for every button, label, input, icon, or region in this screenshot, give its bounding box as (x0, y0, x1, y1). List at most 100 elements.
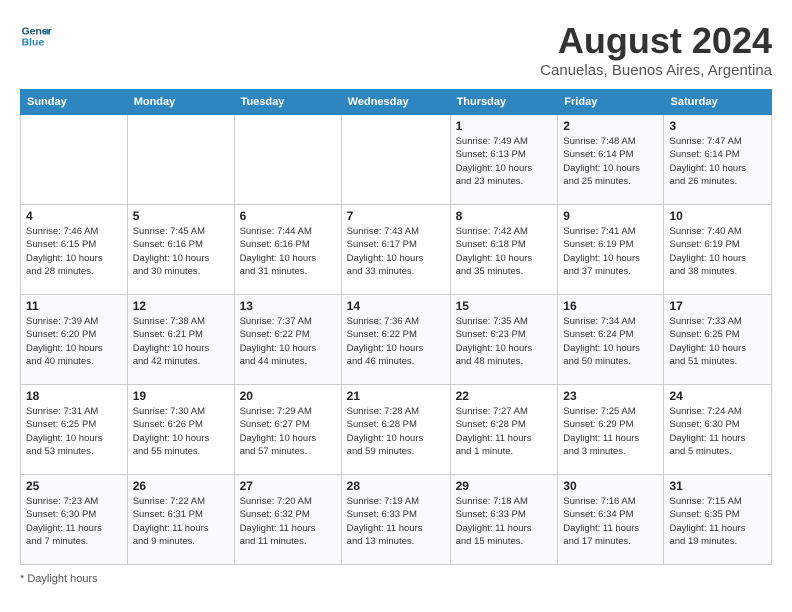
day-info: Sunrise: 7:41 AM Sunset: 6:19 PM Dayligh… (563, 225, 658, 278)
calendar-week-row: 4 Sunrise: 7:46 AM Sunset: 6:15 PM Daylig… (21, 205, 772, 295)
day-number: 4 (26, 209, 122, 223)
calendar-day-cell: 26 Sunrise: 7:22 AM Sunset: 6:31 PM Dayli… (127, 475, 234, 565)
day-info: Sunrise: 7:18 AM Sunset: 6:33 PM Dayligh… (456, 495, 553, 548)
calendar-week-row: 25 Sunrise: 7:23 AM Sunset: 6:30 PM Dayli… (21, 475, 772, 565)
day-info: Sunrise: 7:35 AM Sunset: 6:23 PM Dayligh… (456, 315, 553, 368)
calendar-day-cell: 4 Sunrise: 7:46 AM Sunset: 6:15 PM Daylig… (21, 205, 128, 295)
calendar-day-cell: 29 Sunrise: 7:18 AM Sunset: 6:33 PM Dayli… (450, 475, 558, 565)
calendar-day-cell (21, 115, 128, 205)
day-info: Sunrise: 7:39 AM Sunset: 6:20 PM Dayligh… (26, 315, 122, 368)
day-number: 25 (26, 479, 122, 493)
calendar-day-cell: 24 Sunrise: 7:24 AM Sunset: 6:30 PM Dayli… (664, 385, 772, 475)
day-info: Sunrise: 7:43 AM Sunset: 6:17 PM Dayligh… (347, 225, 445, 278)
day-info: Sunrise: 7:22 AM Sunset: 6:31 PM Dayligh… (133, 495, 229, 548)
day-number: 1 (456, 119, 553, 133)
calendar-day-header: Saturday (664, 90, 772, 115)
day-info: Sunrise: 7:23 AM Sunset: 6:30 PM Dayligh… (26, 495, 122, 548)
calendar-day-cell: 25 Sunrise: 7:23 AM Sunset: 6:30 PM Dayli… (21, 475, 128, 565)
calendar-day-cell: 31Sunrise: 7:15 AM Sunset: 6:35 PM Dayli… (664, 475, 772, 565)
day-number: 7 (347, 209, 445, 223)
calendar-day-header: Sunday (21, 90, 128, 115)
calendar-day-cell: 22 Sunrise: 7:27 AM Sunset: 6:28 PM Dayli… (450, 385, 558, 475)
calendar-day-cell: 27Sunrise: 7:20 AM Sunset: 6:32 PM Dayli… (234, 475, 341, 565)
day-number: 13 (240, 299, 336, 313)
day-number: 15 (456, 299, 553, 313)
calendar-day-cell: 7 Sunrise: 7:43 AM Sunset: 6:17 PM Daylig… (341, 205, 450, 295)
day-number: 11 (26, 299, 122, 313)
day-info: Sunrise: 7:31 AM Sunset: 6:25 PM Dayligh… (26, 405, 122, 458)
calendar-day-cell: 8 Sunrise: 7:42 AM Sunset: 6:18 PM Daylig… (450, 205, 558, 295)
day-number: 18 (26, 389, 122, 403)
day-info: Sunrise: 7:34 AM Sunset: 6:24 PM Dayligh… (563, 315, 658, 368)
page-header: General Blue August 2024 Canuelas, Bueno… (20, 20, 772, 79)
calendar-day-cell: 20Sunrise: 7:29 AM Sunset: 6:27 PM Dayli… (234, 385, 341, 475)
footer-text: Daylight hours (27, 573, 97, 585)
calendar-day-header: Monday (127, 90, 234, 115)
calendar-week-row: 1 Sunrise: 7:49 AM Sunset: 6:13 PM Daylig… (21, 115, 772, 205)
calendar-day-cell: 18 Sunrise: 7:31 AM Sunset: 6:25 PM Dayli… (21, 385, 128, 475)
svg-text:Blue: Blue (22, 38, 45, 49)
calendar-header-row: SundayMondayTuesdayWednesdayThursdayFrid… (21, 90, 772, 115)
calendar-day-cell: 5Sunrise: 7:45 AM Sunset: 6:16 PM Daylig… (127, 205, 234, 295)
calendar-day-cell: 30Sunrise: 7:16 AM Sunset: 6:34 PM Dayli… (558, 475, 664, 565)
calendar-day-cell: 14 Sunrise: 7:36 AM Sunset: 6:22 PM Dayli… (341, 295, 450, 385)
day-number: 19 (133, 389, 229, 403)
day-number: 23 (563, 389, 658, 403)
day-info: Sunrise: 7:27 AM Sunset: 6:28 PM Dayligh… (456, 405, 553, 458)
location: Canuelas, Buenos Aires, Argentina (540, 62, 772, 79)
day-number: 16 (563, 299, 658, 313)
calendar-body: 1 Sunrise: 7:49 AM Sunset: 6:13 PM Daylig… (21, 115, 772, 565)
day-number: 12 (133, 299, 229, 313)
day-number: 14 (347, 299, 445, 313)
day-number: 26 (133, 479, 229, 493)
day-number: 6 (240, 209, 336, 223)
calendar-day-cell: 1 Sunrise: 7:49 AM Sunset: 6:13 PM Daylig… (450, 115, 558, 205)
day-number: 29 (456, 479, 553, 493)
day-number: 20 (240, 389, 336, 403)
day-info: Sunrise: 7:46 AM Sunset: 6:15 PM Dayligh… (26, 225, 122, 278)
calendar-day-cell: 2 Sunrise: 7:48 AM Sunset: 6:14 PM Daylig… (558, 115, 664, 205)
day-number: 3 (669, 119, 766, 133)
calendar-day-header: Tuesday (234, 90, 341, 115)
day-info: Sunrise: 7:36 AM Sunset: 6:22 PM Dayligh… (347, 315, 445, 368)
calendar-day-cell: 10 Sunrise: 7:40 AM Sunset: 6:19 PM Dayli… (664, 205, 772, 295)
day-number: 2 (563, 119, 658, 133)
day-info: Sunrise: 7:28 AM Sunset: 6:28 PM Dayligh… (347, 405, 445, 458)
day-info: Sunrise: 7:40 AM Sunset: 6:19 PM Dayligh… (669, 225, 766, 278)
day-info: Sunrise: 7:24 AM Sunset: 6:30 PM Dayligh… (669, 405, 766, 458)
day-info: Sunrise: 7:20 AM Sunset: 6:32 PM Dayligh… (240, 495, 336, 548)
day-info: Sunrise: 7:33 AM Sunset: 6:25 PM Dayligh… (669, 315, 766, 368)
title-block: August 2024 Canuelas, Buenos Aires, Arge… (540, 20, 772, 79)
calendar-day-cell: 12 Sunrise: 7:38 AM Sunset: 6:21 PM Dayli… (127, 295, 234, 385)
day-info: Sunrise: 7:48 AM Sunset: 6:14 PM Dayligh… (563, 135, 658, 188)
calendar-day-cell: 28 Sunrise: 7:19 AM Sunset: 6:33 PM Dayli… (341, 475, 450, 565)
calendar-day-cell: 23Sunrise: 7:25 AM Sunset: 6:29 PM Dayli… (558, 385, 664, 475)
day-number: 28 (347, 479, 445, 493)
day-number: 10 (669, 209, 766, 223)
day-number: 22 (456, 389, 553, 403)
day-info: Sunrise: 7:19 AM Sunset: 6:33 PM Dayligh… (347, 495, 445, 548)
calendar-day-cell: 21 Sunrise: 7:28 AM Sunset: 6:28 PM Dayli… (341, 385, 450, 475)
day-info: Sunrise: 7:15 AM Sunset: 6:35 PM Dayligh… (669, 495, 766, 548)
day-number: 9 (563, 209, 658, 223)
day-number: 30 (563, 479, 658, 493)
calendar-day-cell: 15 Sunrise: 7:35 AM Sunset: 6:23 PM Dayli… (450, 295, 558, 385)
day-number: 17 (669, 299, 766, 313)
calendar-week-row: 18 Sunrise: 7:31 AM Sunset: 6:25 PM Dayli… (21, 385, 772, 475)
day-info: Sunrise: 7:42 AM Sunset: 6:18 PM Dayligh… (456, 225, 553, 278)
day-number: 24 (669, 389, 766, 403)
day-number: 21 (347, 389, 445, 403)
day-info: Sunrise: 7:30 AM Sunset: 6:26 PM Dayligh… (133, 405, 229, 458)
calendar-day-cell: 19 Sunrise: 7:30 AM Sunset: 6:26 PM Dayli… (127, 385, 234, 475)
day-info: Sunrise: 7:38 AM Sunset: 6:21 PM Dayligh… (133, 315, 229, 368)
calendar-day-header: Thursday (450, 90, 558, 115)
calendar-day-cell (234, 115, 341, 205)
day-info: Sunrise: 7:44 AM Sunset: 6:16 PM Dayligh… (240, 225, 336, 278)
day-info: Sunrise: 7:49 AM Sunset: 6:13 PM Dayligh… (456, 135, 553, 188)
calendar-day-cell: 13Sunrise: 7:37 AM Sunset: 6:22 PM Dayli… (234, 295, 341, 385)
logo: General Blue (20, 20, 52, 52)
calendar-day-cell: 17 Sunrise: 7:33 AM Sunset: 6:25 PM Dayli… (664, 295, 772, 385)
day-number: 8 (456, 209, 553, 223)
footer-note: * Daylight hours (20, 573, 772, 585)
month-year: August 2024 (540, 20, 772, 62)
